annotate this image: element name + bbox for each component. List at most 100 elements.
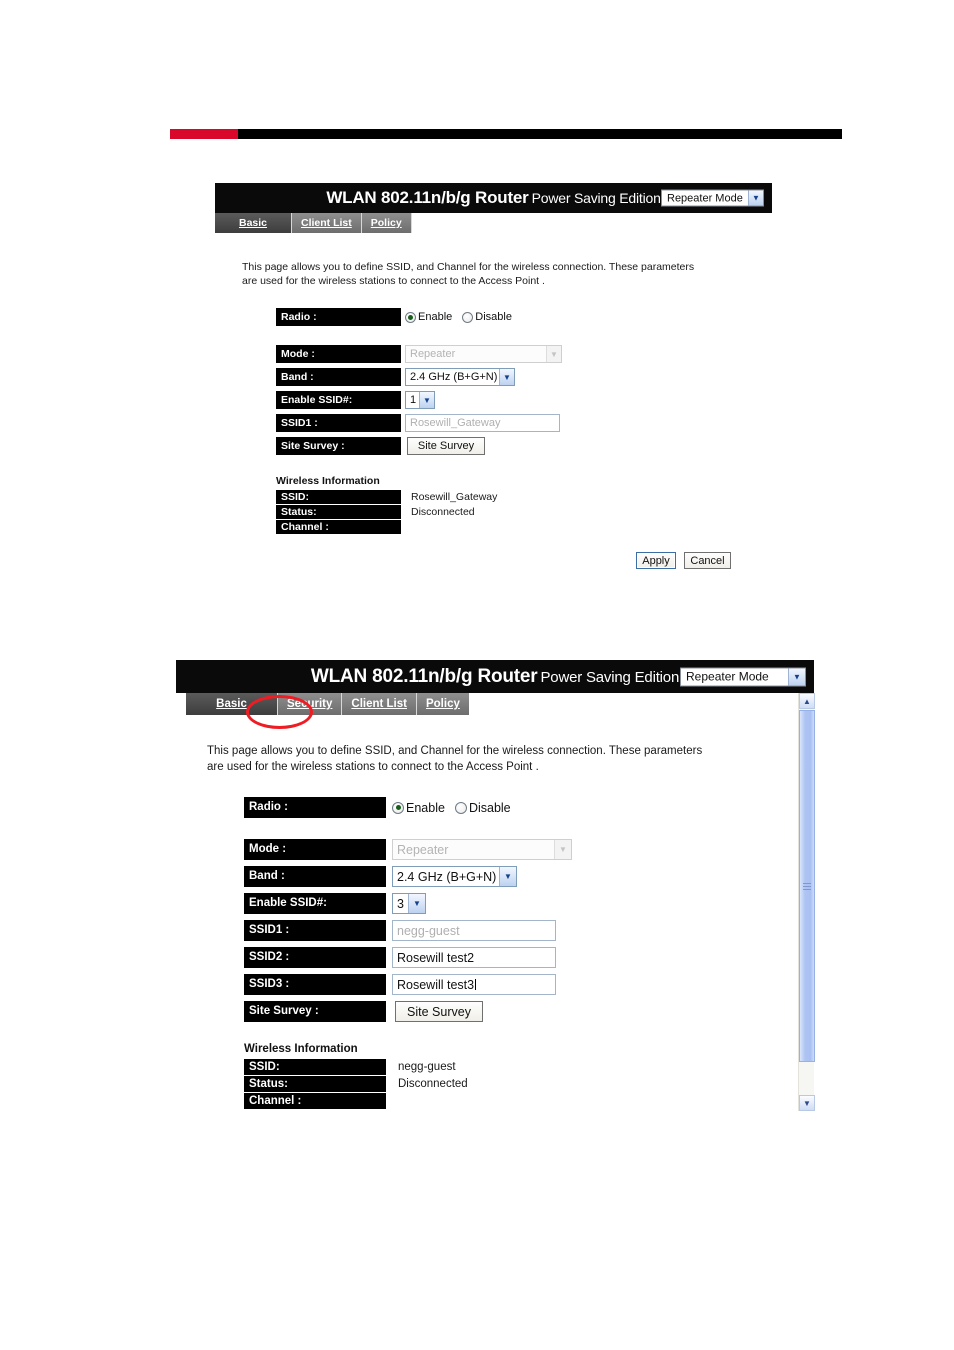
ssid1-input[interactable]: Rosewill_Gateway: [405, 414, 560, 433]
scrollbar-thumb[interactable]: [799, 710, 815, 1062]
band-select[interactable]: 2.4 GHz (B+G+N) ▼: [392, 866, 517, 888]
chevron-down-icon: ▼: [748, 190, 763, 206]
row-ssid1-security: SSID1 : negg-guest: [244, 920, 814, 942]
band-label: Band :: [276, 368, 401, 387]
tab-policy[interactable]: Policy: [361, 213, 412, 233]
info-status-value: Disconnected: [411, 506, 475, 519]
radio-disable-button[interactable]: [462, 311, 474, 323]
wireless-information-title: Wireless Information: [244, 1043, 358, 1056]
radio-label: Radio :: [276, 308, 401, 327]
chevron-down-icon: ▼: [419, 392, 434, 409]
tab-basic[interactable]: Basic: [215, 213, 292, 233]
radio-enable-button[interactable]: [392, 801, 404, 814]
row-enable-ssid-basic: Enable SSID#: 1 ▼: [276, 391, 772, 410]
scroll-down-arrow-icon[interactable]: ▼: [799, 1095, 815, 1111]
panel-security-scrollbar[interactable]: ▲ ▼: [798, 693, 815, 1111]
enable-ssid-label: Enable SSID#:: [244, 893, 386, 915]
apply-button[interactable]: Apply: [636, 552, 676, 569]
ssid3-value-wrap: Rosewill test3: [392, 974, 556, 996]
row-ssid1-basic: SSID1 : Rosewill_Gateway: [276, 414, 772, 433]
info-row-channel: Channel :: [244, 1093, 814, 1110]
mode-select-value: Repeater: [410, 348, 456, 361]
brand-primary: WLAN 802.11n/b/g Router: [310, 665, 538, 687]
page-description-line2: are used for the wireless stations to co…: [242, 275, 545, 288]
cancel-button[interactable]: Cancel: [684, 552, 731, 569]
tab-policy-label: Policy: [370, 217, 402, 229]
site-survey-value-wrap: Site Survey: [407, 437, 485, 456]
wireless-information-basic: Wireless Information SSID: Rosewill_Gate…: [276, 475, 772, 535]
row-band-security: Band : 2.4 GHz (B+G+N) ▼: [244, 866, 814, 888]
site-survey-label: Site Survey :: [244, 1001, 386, 1023]
tab-security-label: Security: [287, 698, 333, 710]
radio-toggle-group[interactable]: Enable Disable: [405, 311, 522, 323]
product-brand: WLAN 802.11n/b/g Router Power Saving Edit…: [311, 666, 679, 688]
product-brand: WLAN 802.11n/b/g Router Power Saving Edit…: [326, 188, 661, 208]
wireless-information-security: Wireless Information SSID: negg-guest St…: [244, 1043, 814, 1110]
page-description-security: This page allows you to define SSID, and…: [207, 743, 814, 775]
router-ui-panel-security: WLAN 802.11n/b/g Router Power Saving Edit…: [176, 660, 814, 1110]
info-ssid-value: negg-guest: [398, 1061, 456, 1074]
ssid1-value-wrap: Rosewill_Gateway: [405, 414, 560, 433]
site-survey-value-wrap: Site Survey: [395, 1001, 483, 1023]
tab-client-list[interactable]: Client List: [342, 693, 417, 715]
mode-select: Repeater ▼: [392, 839, 572, 861]
enable-ssid-select-value: 3: [397, 896, 404, 911]
radio-enable-button[interactable]: [405, 311, 416, 323]
chevron-down-icon: ▼: [554, 840, 571, 860]
info-row-status: Status: Disconnected: [244, 1076, 814, 1093]
operation-mode-select[interactable]: Repeater Mode ▼: [680, 667, 806, 686]
radio-toggle-group[interactable]: Enable Disable: [392, 801, 521, 815]
enable-ssid-select[interactable]: 3 ▼: [392, 893, 426, 915]
ssid3-input[interactable]: Rosewill test3: [392, 974, 556, 996]
enable-ssid-select[interactable]: 1 ▼: [405, 391, 435, 410]
row-band-basic: Band : 2.4 GHz (B+G+N) ▼: [276, 368, 772, 387]
operation-mode-select[interactable]: Repeater Mode ▼: [661, 189, 764, 207]
mode-value-wrap: Repeater ▼: [392, 839, 572, 861]
ssid1-input-value: Rosewill_Gateway: [410, 417, 501, 430]
row-ssid3-security: SSID3 : Rosewill test3: [244, 974, 814, 996]
band-select-value: 2.4 GHz (B+G+N): [397, 869, 497, 884]
radio-label: Radio :: [244, 797, 386, 819]
site-survey-button-label: Site Survey: [407, 1004, 471, 1019]
tab-basic-label: Basic: [216, 698, 247, 710]
info-ssid-label: SSID:: [276, 490, 401, 505]
enable-ssid-value-wrap: 3 ▼: [392, 893, 426, 915]
site-survey-label: Site Survey :: [276, 437, 401, 456]
radio-disable-label: Disable: [468, 800, 511, 815]
ssid1-value-wrap: negg-guest: [392, 920, 556, 942]
scroll-up-arrow-icon[interactable]: ▲: [799, 693, 815, 709]
mode-label: Mode :: [244, 839, 386, 861]
tab-security[interactable]: Security: [278, 693, 343, 715]
site-survey-button[interactable]: Site Survey: [395, 1001, 483, 1023]
info-ssid-label: SSID:: [244, 1059, 386, 1076]
row-mode-security: Mode : Repeater ▼: [244, 839, 814, 861]
wireless-information-title: Wireless Information: [276, 475, 380, 488]
mode-value-wrap: Repeater ▼: [405, 345, 562, 364]
row-site-survey-basic: Site Survey : Site Survey: [276, 437, 772, 456]
band-select[interactable]: 2.4 GHz (B+G+N) ▼: [405, 368, 515, 387]
tab-basic[interactable]: Basic: [186, 693, 278, 715]
cancel-button-label: Cancel: [690, 554, 725, 567]
site-survey-button[interactable]: Site Survey: [407, 437, 485, 456]
brand-secondary: Power Saving Edition: [531, 190, 661, 206]
band-value-wrap: 2.4 GHz (B+G+N) ▼: [392, 866, 517, 888]
chevron-down-icon: ▼: [408, 894, 425, 914]
tab-client-list[interactable]: Client List: [292, 213, 362, 233]
row-mode-basic: Mode : Repeater ▼: [276, 345, 772, 364]
ssid2-input[interactable]: Rosewill test2: [392, 947, 556, 969]
chevron-down-icon: ▼: [788, 668, 805, 685]
tab-policy[interactable]: Policy: [416, 693, 469, 715]
band-value-wrap: 2.4 GHz (B+G+N) ▼: [405, 368, 515, 387]
page-header-rule: [170, 129, 842, 139]
ssid2-value-wrap: Rosewill test2: [392, 947, 556, 969]
band-label: Band :: [244, 866, 386, 888]
row-radio-basic: Radio : Enable Disable: [276, 308, 772, 327]
ssid1-input[interactable]: negg-guest: [392, 920, 556, 942]
operation-mode-value: Repeater Mode: [667, 192, 743, 204]
radio-disable-button[interactable]: [454, 801, 467, 814]
text-cursor: [475, 979, 477, 991]
page-description-line2: are used for the wireless stations to co…: [207, 761, 539, 774]
radio-enable-label: Enable: [418, 311, 453, 324]
radio-enable-label: Enable: [406, 800, 445, 815]
row-radio-security: Radio : Enable Disable: [244, 797, 814, 819]
